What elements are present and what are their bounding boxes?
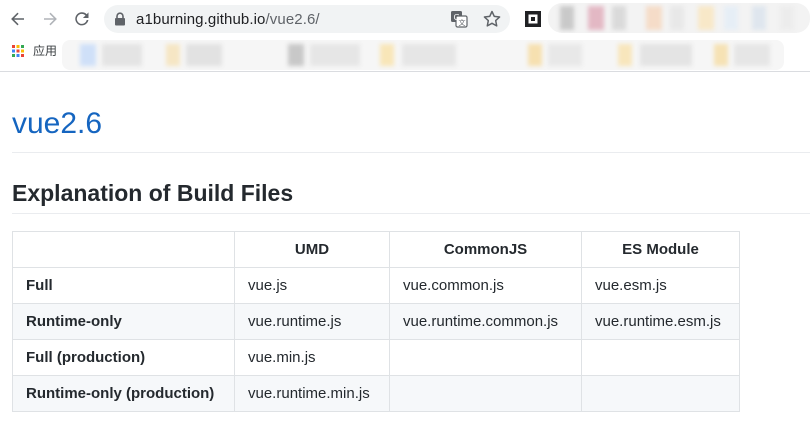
reload-button[interactable] — [70, 7, 94, 31]
table-cell: vue.runtime.common.js — [389, 303, 582, 340]
row-label: Runtime-only (production) — [12, 375, 235, 412]
apps-bookmark-label[interactable]: 应用 — [33, 42, 57, 59]
section-title: Explanation of Build Files — [12, 180, 294, 206]
forward-arrow-icon — [44, 12, 57, 26]
reload-icon — [75, 12, 89, 26]
row-label: Runtime-only — [12, 303, 235, 340]
back-arrow-icon — [11, 12, 24, 26]
header-cell-umd: UMD — [234, 231, 390, 268]
table-cell — [581, 339, 740, 376]
browser-toolbar: a1burning.github.io/vue2.6/ G 文 — [0, 0, 810, 38]
row-label: Full (production) — [12, 339, 235, 376]
address-bar[interactable]: a1burning.github.io/vue2.6/ G 文 — [104, 5, 510, 33]
table-cell: vue.runtime.min.js — [234, 375, 390, 412]
bookmarks-list — [62, 40, 784, 70]
extension-icon[interactable] — [524, 10, 542, 28]
table-cell — [581, 375, 740, 412]
header-cell-commonjs: CommonJS — [389, 231, 582, 268]
svg-text:文: 文 — [459, 18, 466, 27]
lock-icon — [115, 12, 125, 26]
table-cell: vue.esm.js — [581, 267, 740, 304]
translate-icon[interactable]: G 文 — [450, 10, 468, 28]
star-icon[interactable] — [482, 9, 502, 29]
table-header-row: UMD CommonJS ES Module — [12, 231, 740, 268]
back-button[interactable] — [6, 7, 30, 31]
title-divider — [12, 152, 810, 153]
table-cell — [389, 375, 582, 412]
table-row: Full vue.js vue.common.js vue.esm.js — [12, 267, 740, 304]
table-row: Runtime-only vue.runtime.js vue.runtime.… — [12, 303, 740, 340]
table-cell: vue.js — [234, 267, 390, 304]
table-cell — [389, 339, 582, 376]
table-row: Runtime-only (production) vue.runtime.mi… — [12, 375, 740, 412]
url-path: /vue2.6/ — [265, 11, 320, 28]
url-host: a1burning.github.io — [136, 11, 266, 28]
section-divider — [12, 213, 810, 214]
table-cell: vue.runtime.js — [234, 303, 390, 340]
page-title[interactable]: vue2.6 — [12, 104, 102, 144]
build-files-table: UMD CommonJS ES Module Full vue.js vue.c… — [12, 231, 740, 412]
bookmarks-bar: 应用 — [0, 38, 810, 72]
row-label: Full — [12, 267, 235, 304]
table-cell: vue.runtime.esm.js — [581, 303, 740, 340]
forward-button[interactable] — [38, 7, 62, 31]
table-row: Full (production) vue.min.js — [12, 339, 740, 376]
table-cell: vue.min.js — [234, 339, 390, 376]
url-text: a1burning.github.io/vue2.6/ — [136, 11, 320, 28]
chrome-divider — [0, 71, 810, 72]
apps-grid-icon[interactable] — [12, 45, 24, 57]
profile-extensions-area — [548, 3, 810, 33]
table-cell: vue.common.js — [389, 267, 582, 304]
header-cell-empty — [12, 231, 235, 268]
header-cell-es-module: ES Module — [581, 231, 740, 268]
